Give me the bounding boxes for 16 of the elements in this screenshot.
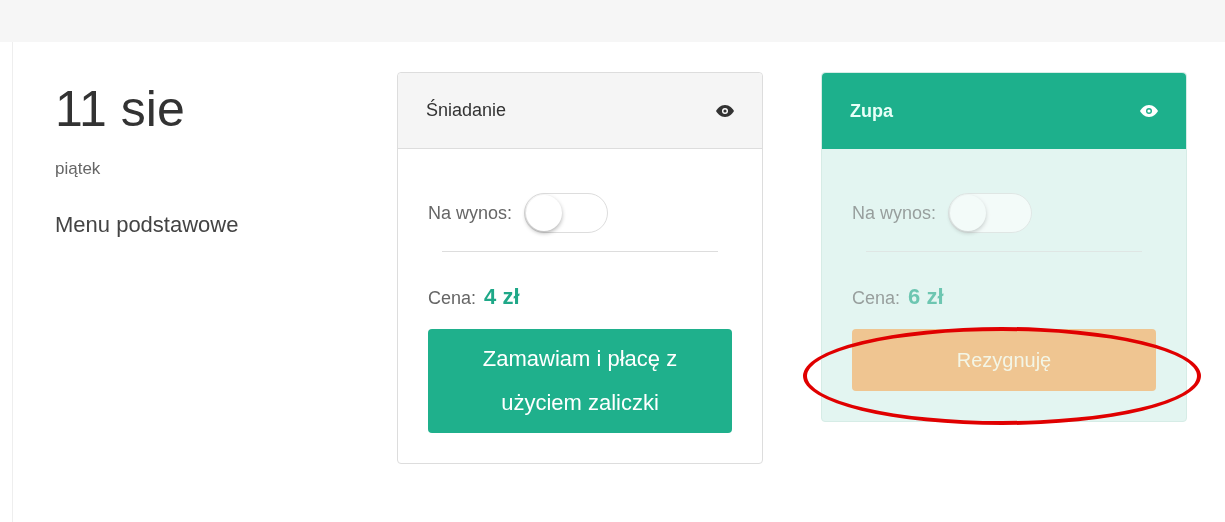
takeaway-toggle[interactable] <box>524 193 609 233</box>
price-label: Cena: <box>852 287 901 310</box>
takeaway-label: Na wynos: <box>852 201 937 225</box>
meal-title: Zupa <box>850 99 893 123</box>
price-value: 6 zł <box>908 283 944 311</box>
meal-title: Śniadanie <box>426 98 507 122</box>
takeaway-toggle[interactable] <box>948 193 1033 233</box>
menu-name: Menu podstawowe <box>55 210 240 239</box>
order-button[interactable]: Zamawiam i płacę z użyciem zaliczki <box>428 329 732 433</box>
date-heading: 11 sie <box>55 84 186 134</box>
price-label: Cena: <box>428 287 477 310</box>
eye-icon[interactable] <box>716 104 734 117</box>
cancel-button[interactable]: Rezygnuję <box>852 329 1156 391</box>
price-value: 4 zł <box>484 283 520 311</box>
takeaway-label: Na wynos: <box>428 201 513 225</box>
weekday-label: piątek <box>55 158 102 180</box>
